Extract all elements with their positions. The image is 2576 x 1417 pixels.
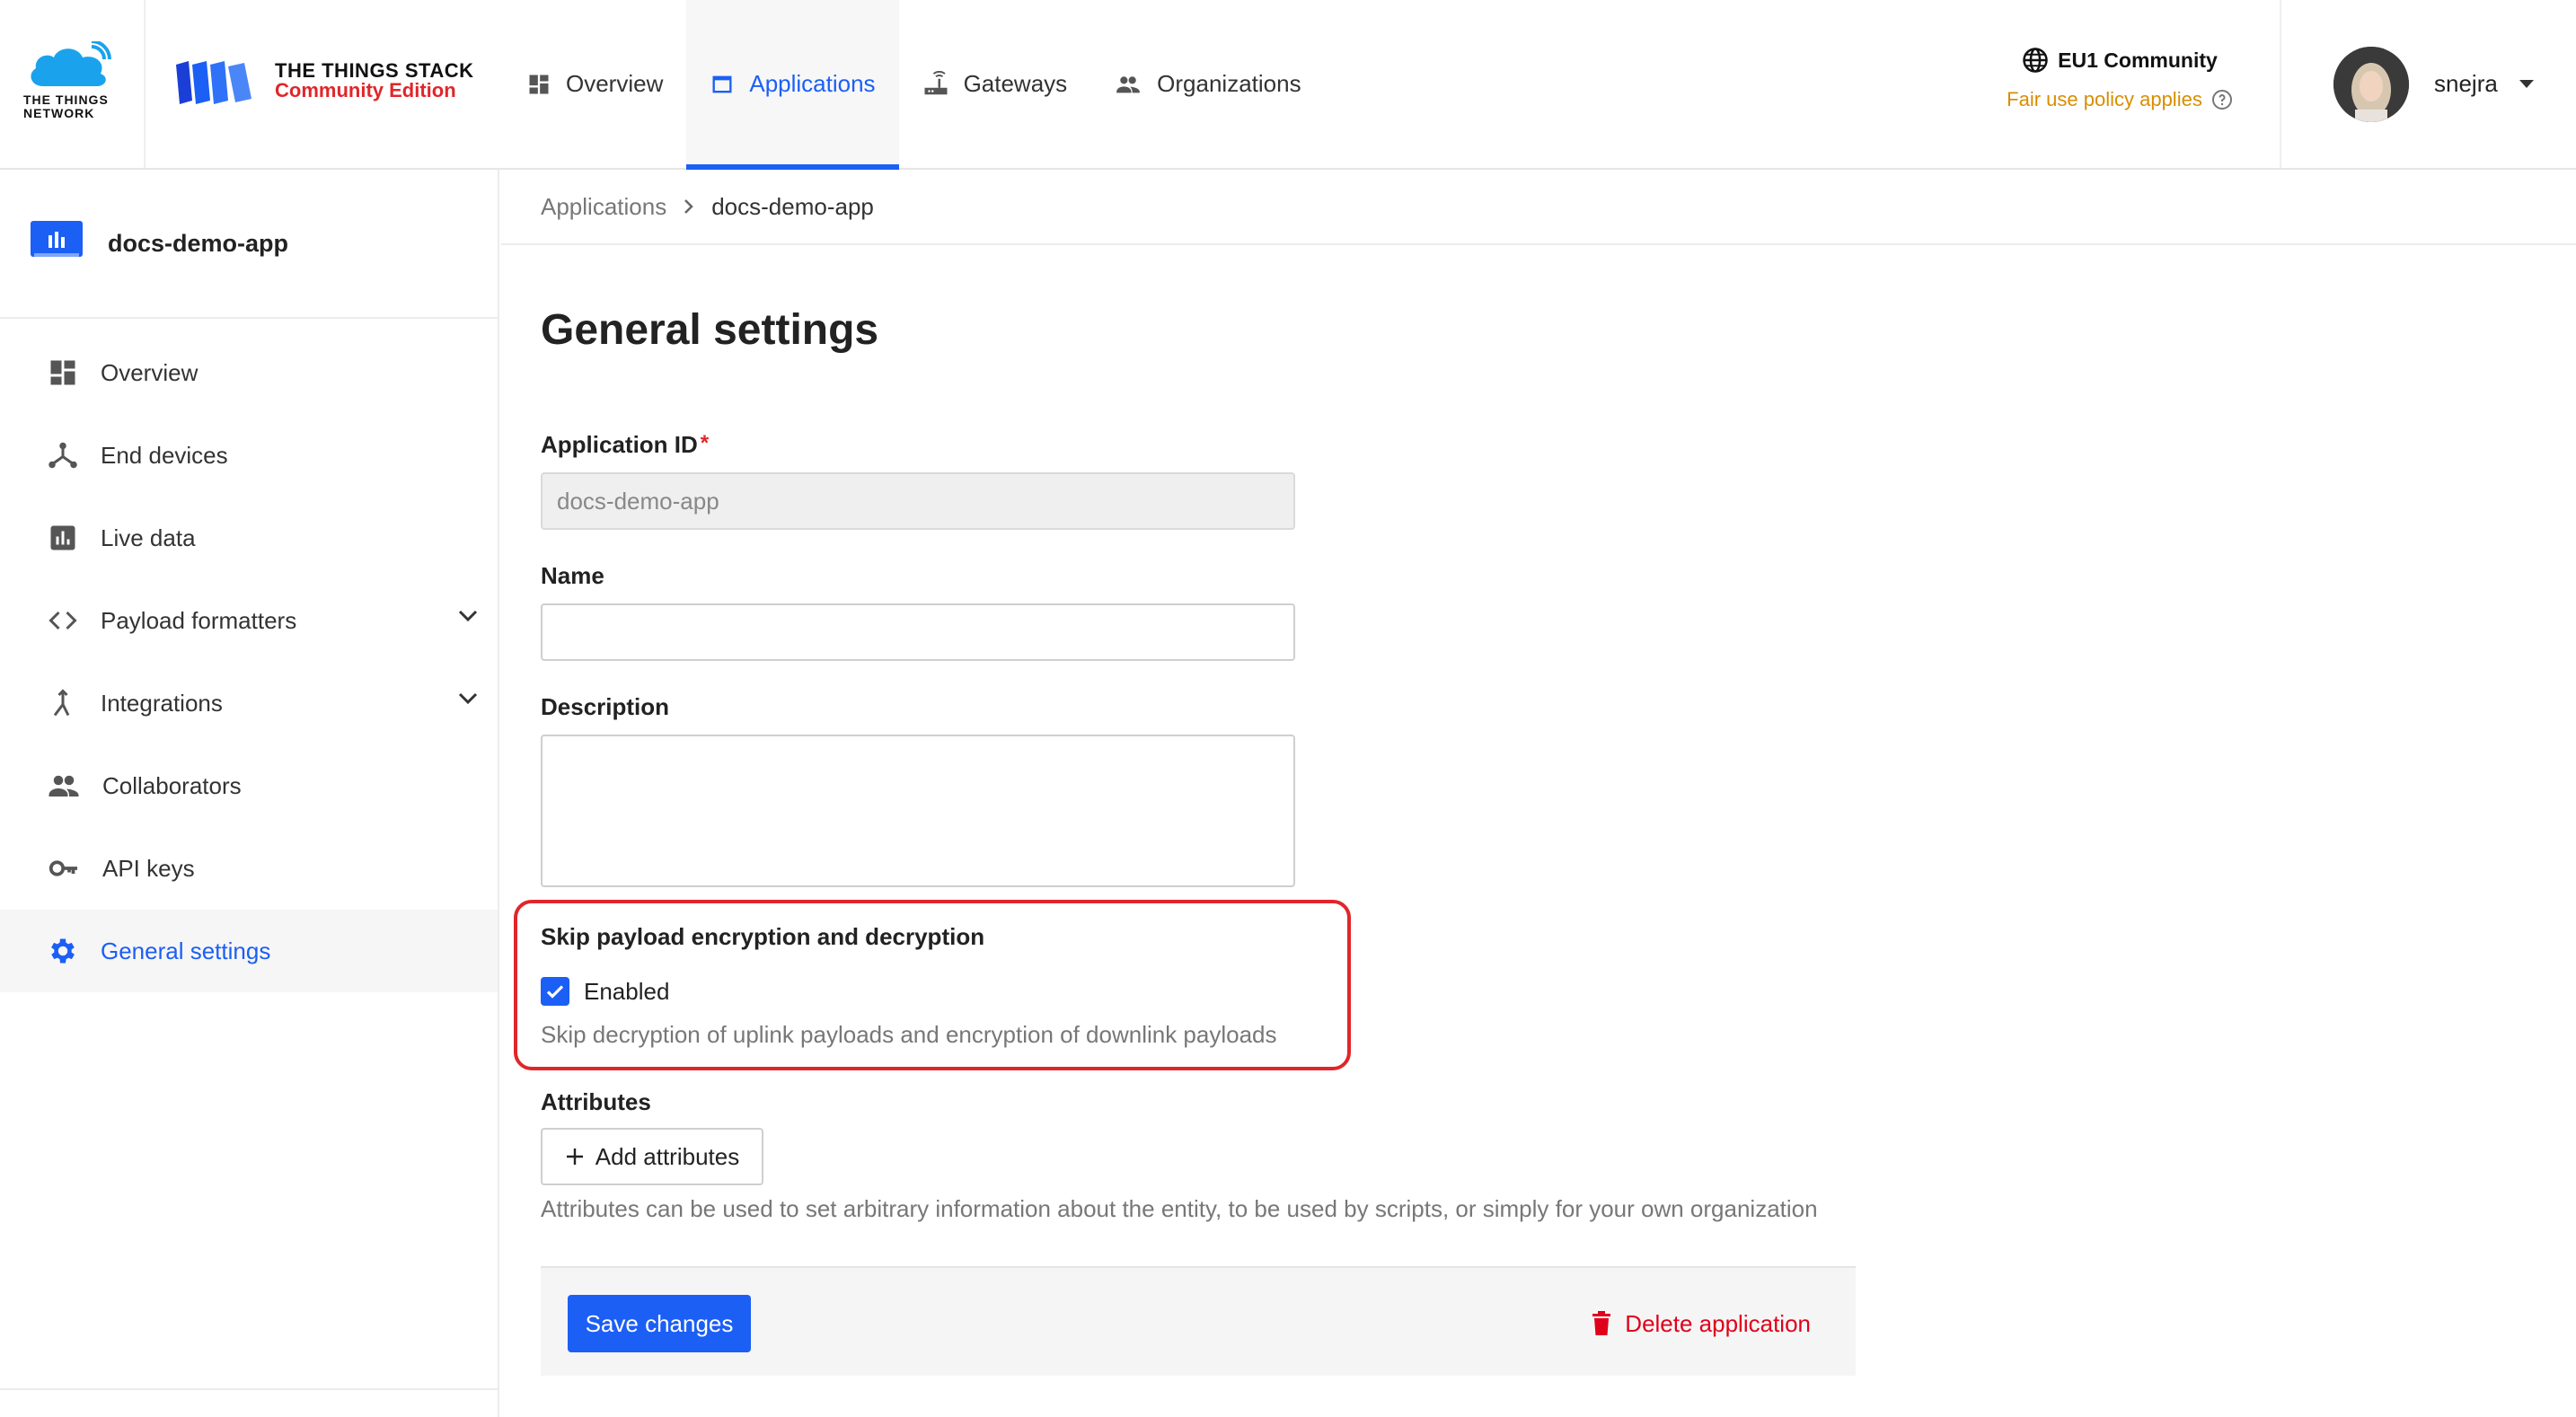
nav-overview-label: Overview: [566, 70, 664, 97]
sidebar-item-label: Overview: [101, 358, 198, 386]
breadcrumb: Applications docs-demo-app: [501, 170, 2576, 245]
gear-icon: [51, 938, 75, 964]
sidebar-divider: [0, 1388, 499, 1390]
nav-gateways[interactable]: Gateways: [899, 0, 1091, 168]
avatar-image: [2333, 46, 2409, 122]
sidebar-item-live-data[interactable]: Live data: [0, 497, 498, 579]
name-field[interactable]: [541, 603, 1295, 661]
collaborators-icon: [49, 775, 79, 797]
sidebar-item-end-devices[interactable]: End devices: [0, 414, 498, 497]
ttn-text-line1: THE THINGS: [23, 92, 109, 107]
fair-use-label: Fair use policy applies: [2007, 88, 2202, 110]
sidebar-item-overview[interactable]: Overview: [0, 331, 498, 414]
avatar[interactable]: [2333, 46, 2409, 122]
description-label: Description: [541, 693, 670, 720]
app-id-label: Application ID *: [541, 431, 709, 459]
cloud-logo-icon: [31, 41, 111, 86]
user-menu[interactable]: snejra: [2280, 0, 2576, 168]
plus-icon: [566, 1149, 583, 1165]
name-label: Name: [541, 562, 604, 589]
cluster-selector[interactable]: EU1 Community Fair use policy applies: [1985, 47, 2254, 111]
globe-icon: [2023, 48, 2048, 73]
sidebar-item-payload-formatters[interactable]: Payload formatters: [0, 579, 498, 662]
sidebar-app-name: docs-demo-app: [108, 229, 289, 257]
delete-application-label: Delete application: [1625, 1309, 1811, 1337]
skip-encryption-description: Skip decryption of uplink payloads and e…: [541, 1021, 1277, 1048]
add-attributes-button[interactable]: Add attributes: [541, 1128, 763, 1185]
key-icon: [49, 860, 77, 876]
sidebar-item-label: Payload formatters: [101, 606, 297, 634]
top-bar: THE THINGS NETWORK THE THINGS STACK Comm…: [0, 0, 2576, 170]
stack-logo-icon: [176, 61, 251, 104]
live-data-icon: [50, 525, 75, 550]
stack-subtitle: Community Edition: [275, 79, 456, 101]
skip-encryption-checkbox[interactable]: [541, 977, 569, 1006]
delete-application-button[interactable]: Delete application: [1591, 1295, 1811, 1352]
nav-gateways-label: Gateways: [963, 70, 1068, 97]
gateway-icon: [924, 70, 948, 94]
ttn-text-line2: NETWORK: [23, 106, 95, 120]
required-marker: *: [700, 431, 710, 455]
code-icon: [49, 611, 77, 630]
form-actions: Save changes Delete application: [541, 1266, 1856, 1376]
nav-applications[interactable]: Applications: [686, 0, 899, 170]
sidebar-app-header: docs-demo-app: [0, 170, 498, 319]
nav-organizations-label: Organizations: [1157, 70, 1301, 97]
breadcrumb-current: docs-demo-app: [711, 192, 874, 220]
dashboard-icon: [50, 360, 75, 385]
dashboard-icon: [529, 75, 549, 93]
sidebar-item-label: General settings: [101, 937, 271, 964]
chevron-right-icon: [684, 199, 693, 214]
sidebar-item-api-keys[interactable]: API keys: [0, 827, 498, 910]
application-icon: [31, 221, 83, 257]
sidebar-item-label: End devices: [101, 441, 228, 469]
organizations-icon: [1116, 75, 1141, 92]
sidebar-item-label: API keys: [102, 854, 195, 882]
skip-encryption-checkbox-label[interactable]: Enabled: [584, 978, 669, 1006]
help-icon: [2211, 90, 2232, 110]
fair-use-notice[interactable]: Fair use policy applies: [1985, 88, 2254, 111]
devices-icon: [49, 442, 77, 469]
breadcrumb-applications[interactable]: Applications: [541, 193, 666, 221]
chevron-down-icon[interactable]: [458, 610, 478, 622]
caret-down-icon[interactable]: [2519, 79, 2534, 89]
cluster-name: EU1 Community: [2058, 48, 2218, 72]
sidebar: docs-demo-app Overview End devices Live …: [0, 170, 499, 1417]
chevron-down-icon[interactable]: [458, 692, 478, 705]
sidebar-item-collaborators[interactable]: Collaborators: [0, 744, 498, 827]
page-title: General settings: [541, 306, 879, 354]
attributes-description: Attributes can be used to set arbitrary …: [541, 1195, 1818, 1222]
description-field[interactable]: [541, 735, 1295, 887]
sidebar-item-label: Live data: [101, 524, 196, 551]
sidebar-item-general-settings[interactable]: General settings: [0, 910, 498, 992]
save-button[interactable]: Save changes: [568, 1295, 751, 1352]
trash-icon: [1592, 1311, 1611, 1335]
app-id-label-text: Application ID: [541, 431, 698, 458]
sidebar-menu: Overview End devices Live data Payload f…: [0, 319, 498, 992]
ttn-logo[interactable]: THE THINGS NETWORK: [0, 0, 146, 168]
application-icon: [712, 75, 732, 92]
sidebar-item-label: Integrations: [101, 689, 223, 717]
integrations-icon: [53, 689, 70, 717]
sidebar-item-label: Collaborators: [102, 771, 242, 799]
nav-applications-label: Applications: [749, 70, 876, 97]
skip-encryption-title: Skip payload encryption and decryption: [541, 923, 985, 950]
add-attributes-label: Add attributes: [595, 1142, 740, 1170]
attributes-label: Attributes: [541, 1088, 651, 1115]
app-id-field: docs-demo-app: [541, 472, 1295, 530]
username: snejra: [2434, 70, 2498, 97]
main-nav: Overview Applications Gateways Organizat…: [503, 0, 1325, 170]
check-icon: [546, 985, 564, 999]
nav-organizations[interactable]: Organizations: [1090, 0, 1324, 168]
nav-overview[interactable]: Overview: [503, 0, 686, 168]
sidebar-item-integrations[interactable]: Integrations: [0, 662, 498, 744]
